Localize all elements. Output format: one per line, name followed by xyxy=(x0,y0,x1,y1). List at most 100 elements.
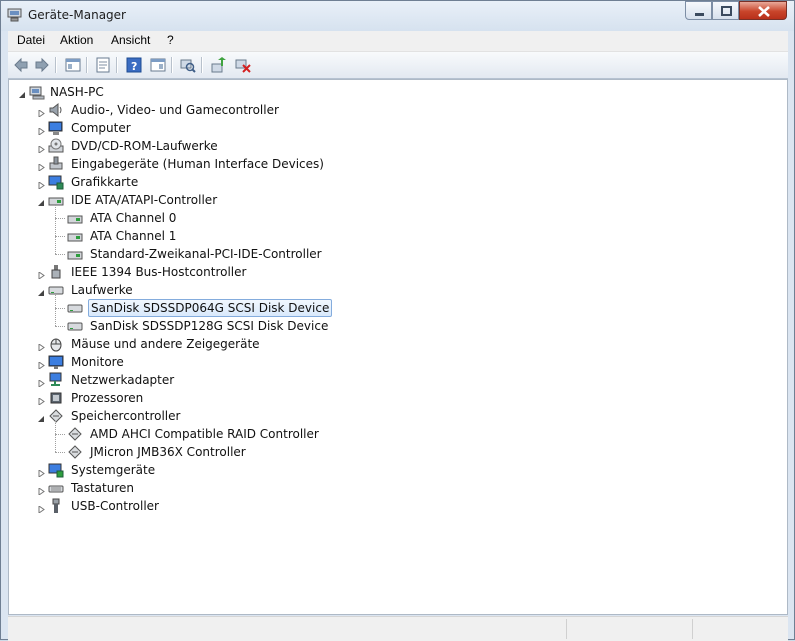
expand-arrow-icon[interactable] xyxy=(38,358,45,370)
hid-icon xyxy=(48,156,64,172)
tree-category-speichercontroller[interactable] xyxy=(9,407,10,425)
collapse-arrow-icon[interactable] xyxy=(19,88,26,98)
tree-category-ide-ata-atapi-controller[interactable] xyxy=(9,191,10,209)
tree-category-label[interactable]: DVD/CD-ROM-Laufwerke xyxy=(69,138,220,154)
tree-category-label[interactable]: IDE ATA/ATAPI-Controller xyxy=(69,192,219,208)
tree-connector xyxy=(55,434,65,435)
tree-category-label[interactable]: Audio-, Video- und Gamecontroller xyxy=(69,102,281,118)
tree-device-label[interactable]: ATA Channel 1 xyxy=(88,228,178,244)
tree-device-label[interactable]: SanDisk SDSSDP064G SCSI Disk Device xyxy=(88,299,333,317)
menu-ansicht[interactable]: Ansicht xyxy=(111,33,150,47)
tree-device-label[interactable]: AMD AHCI Compatible RAID Controller xyxy=(88,426,321,442)
update-driver-icon[interactable] xyxy=(209,55,229,75)
tree-category-tastaturen[interactable] xyxy=(9,479,10,497)
tree-connector xyxy=(55,205,56,254)
window-title: Geräte-Manager xyxy=(28,8,126,22)
tree-connector xyxy=(55,236,65,237)
tree-category-label[interactable]: Prozessoren xyxy=(69,390,145,406)
console-tree-icon[interactable] xyxy=(63,55,83,75)
expand-arrow-icon[interactable] xyxy=(38,106,45,118)
menu-help[interactable]: ? xyxy=(167,33,174,47)
tree-device-label[interactable]: ATA Channel 0 xyxy=(88,210,178,226)
expand-arrow-icon[interactable] xyxy=(38,124,45,136)
expand-arrow-icon[interactable] xyxy=(38,484,45,496)
maximize-button[interactable] xyxy=(712,1,739,20)
expand-arrow-icon[interactable] xyxy=(38,160,45,172)
tree-category-usb-controller[interactable] xyxy=(9,497,10,515)
storage-controller-icon xyxy=(48,408,64,424)
show-hide-icon[interactable] xyxy=(148,55,168,75)
tree-category-computer[interactable] xyxy=(9,119,10,137)
expand-arrow-icon[interactable] xyxy=(38,394,45,406)
tree-category-label[interactable]: Monitore xyxy=(69,354,126,370)
tree-root-label[interactable]: NASH-PC xyxy=(48,84,106,100)
expand-arrow-icon[interactable] xyxy=(38,178,45,190)
display-adapter-icon xyxy=(48,174,64,190)
tree-connector xyxy=(55,295,56,326)
tree-category-label[interactable]: IEEE 1394 Bus-Hostcontroller xyxy=(69,264,248,280)
toolbar-separator xyxy=(201,57,203,73)
forward-icon[interactable] xyxy=(32,55,52,75)
tree-category-label[interactable]: Mäuse und andere Zeigegeräte xyxy=(69,336,262,352)
tree-connector xyxy=(55,254,65,255)
tree-device-label[interactable]: Standard-Zweikanal-PCI-IDE-Controller xyxy=(88,246,324,262)
tree-category-label[interactable]: Tastaturen xyxy=(69,480,136,496)
expand-arrow-icon[interactable] xyxy=(38,340,45,352)
expand-arrow-icon[interactable] xyxy=(38,376,45,388)
tree-category-systemgeräte[interactable] xyxy=(9,461,10,479)
monitor-icon xyxy=(48,354,64,370)
toolbar-separator xyxy=(116,57,118,73)
tree-category-audio-video-und-gamecontroller[interactable] xyxy=(9,101,10,119)
tree-device-label[interactable]: SanDisk SDSSDP128G SCSI Disk Device xyxy=(88,318,330,334)
properties-icon[interactable] xyxy=(93,55,113,75)
tree-category-label[interactable]: Laufwerke xyxy=(69,282,135,298)
tree-category-label[interactable]: Systemgeräte xyxy=(69,462,157,478)
tree-category-monitore[interactable] xyxy=(9,353,10,371)
tree-category-mäuse-und-andere-zeigegeräte[interactable] xyxy=(9,335,10,353)
expand-arrow-icon[interactable] xyxy=(38,502,45,514)
tree-category-dvd-cd-rom-laufwerke[interactable] xyxy=(9,137,10,155)
minimize-button[interactable] xyxy=(685,1,712,20)
tree-category-label[interactable]: Speichercontroller xyxy=(69,408,182,424)
tree-device-label[interactable]: JMicron JMB36X Controller xyxy=(88,444,248,460)
expand-arrow-icon[interactable] xyxy=(38,268,45,280)
tree-connector xyxy=(55,308,65,309)
scan-hardware-icon[interactable] xyxy=(178,55,198,75)
tree-category-label[interactable]: Computer xyxy=(69,120,133,136)
tree-connector xyxy=(55,218,65,219)
disk-drive-icon xyxy=(48,282,64,298)
firewire-icon xyxy=(48,264,64,280)
close-button[interactable] xyxy=(739,1,787,20)
uninstall-icon[interactable] xyxy=(233,55,253,75)
tree-category-label[interactable]: USB-Controller xyxy=(69,498,161,514)
system-devices-icon xyxy=(48,462,64,478)
tree-category-eingabegeräte-human-interface-devices[interactable] xyxy=(9,155,10,173)
tree-category-label[interactable]: Grafikkarte xyxy=(69,174,140,190)
collapse-arrow-icon[interactable] xyxy=(38,196,45,206)
tree-category-label[interactable]: Netzwerkadapter xyxy=(69,372,176,388)
back-icon[interactable] xyxy=(11,55,31,75)
help-icon[interactable]: ? xyxy=(124,55,144,75)
tree-connector xyxy=(55,326,65,327)
menu-bar: Datei Aktion Ansicht ? xyxy=(8,31,788,52)
tree-category-label[interactable]: Eingabegeräte (Human Interface Devices) xyxy=(69,156,326,172)
toolbar: ? xyxy=(8,52,788,79)
device-tree[interactable]: NASH-PC Audio-, Video- und Gamecontroller… xyxy=(8,79,788,615)
tree-category-netzwerkadapter[interactable] xyxy=(9,371,10,389)
tree-category-grafikkarte[interactable] xyxy=(9,173,10,191)
tree-category-prozessoren[interactable] xyxy=(9,389,10,407)
device-manager-icon xyxy=(7,8,23,22)
usb-icon xyxy=(48,498,64,514)
ide-channel-icon xyxy=(67,246,83,262)
expand-arrow-icon[interactable] xyxy=(38,466,45,478)
collapse-arrow-icon[interactable] xyxy=(38,412,45,422)
tree-category-laufwerke[interactable] xyxy=(9,281,10,299)
collapse-arrow-icon[interactable] xyxy=(38,286,45,296)
menu-datei[interactable]: Datei xyxy=(17,33,45,47)
expand-arrow-icon[interactable] xyxy=(38,142,45,154)
tree-connector xyxy=(55,421,56,452)
tree-category-ieee-1394-bus-hostcontroller[interactable] xyxy=(9,263,10,281)
menu-aktion[interactable]: Aktion xyxy=(60,33,93,47)
speaker-icon xyxy=(48,102,64,118)
title-bar[interactable]: Geräte-Manager xyxy=(1,1,794,31)
